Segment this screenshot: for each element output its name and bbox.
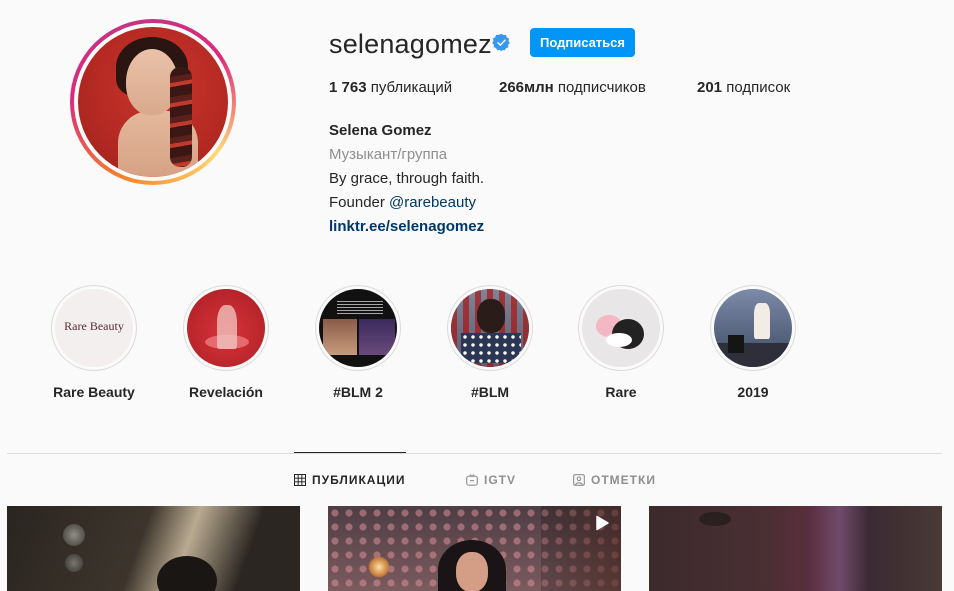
highlight-label: Revelación bbox=[189, 384, 263, 400]
active-tab-indicator bbox=[294, 452, 406, 453]
highlight-floor bbox=[714, 343, 792, 367]
tab-igtv-label: IGTV bbox=[484, 473, 517, 487]
post-lamp bbox=[65, 554, 83, 572]
posts-label: публикаций bbox=[370, 79, 453, 96]
highlight-rare[interactable]: Rare bbox=[576, 285, 666, 400]
highlight-cover bbox=[183, 285, 269, 371]
highlight-figure bbox=[217, 305, 237, 349]
tab-igtv[interactable]: IGTV bbox=[466, 472, 516, 488]
rarebeauty-mention-link[interactable]: @rarebeauty bbox=[389, 194, 476, 211]
follow-button[interactable]: Подписаться bbox=[530, 28, 635, 57]
profile-avatar[interactable] bbox=[70, 19, 236, 185]
bio-founder-line: Founder @rarebeauty bbox=[329, 191, 484, 215]
highlight-cover bbox=[447, 285, 533, 371]
followers-count[interactable]: 266млн подписчиков bbox=[499, 79, 646, 96]
tagged-icon bbox=[573, 474, 585, 486]
followers-value: 266млн bbox=[499, 79, 554, 96]
category-label: Музыкант/группа bbox=[329, 146, 448, 163]
highlight-rare-beauty[interactable]: Rare Beauty Rare Beauty bbox=[49, 285, 139, 400]
tab-tagged[interactable]: ОТМЕТКИ bbox=[573, 472, 656, 488]
highlight-blm-2[interactable]: #BLM 2 bbox=[313, 285, 403, 400]
full-name: Selena Gomez bbox=[329, 122, 432, 139]
post-light-beam bbox=[809, 506, 869, 591]
highlight-label: 2019 bbox=[737, 384, 769, 400]
highlight-label: #BLM bbox=[470, 384, 510, 400]
highlight-cover: Rare Beauty bbox=[51, 285, 137, 371]
highlight-shape bbox=[606, 333, 632, 347]
post-thumbnail[interactable] bbox=[649, 506, 942, 591]
grid-icon bbox=[294, 474, 306, 486]
bio-external-link[interactable]: linktr.ee/selenagomez bbox=[329, 215, 484, 239]
profile-bio: Selena Gomez Музыкант/группа By grace, t… bbox=[329, 119, 484, 239]
post-lamp bbox=[63, 524, 85, 546]
posts-count: 1 763 публикаций bbox=[329, 79, 452, 96]
highlight-cover bbox=[710, 285, 796, 371]
tabs-divider bbox=[7, 453, 942, 454]
following-value: 201 bbox=[697, 79, 723, 96]
highlight-portrait bbox=[477, 299, 505, 333]
highlight-label: Rare Beauty bbox=[53, 384, 135, 400]
following-label: подписок bbox=[726, 79, 791, 96]
highlight-revelacion[interactable]: Revelación bbox=[181, 285, 271, 400]
followers-label: подписчиков bbox=[557, 79, 646, 96]
rare-beauty-logo: Rare Beauty bbox=[64, 319, 124, 333]
highlight-cover bbox=[578, 285, 664, 371]
highlight-figure bbox=[754, 303, 770, 339]
video-play-icon bbox=[596, 515, 609, 531]
highlight-image: Rare Beauty bbox=[55, 289, 133, 367]
highlight-cover bbox=[315, 285, 401, 371]
igtv-icon bbox=[466, 474, 478, 486]
flag-stars bbox=[461, 333, 521, 363]
highlight-label: Rare bbox=[605, 384, 637, 400]
highlight-image bbox=[582, 289, 660, 367]
avatar-border bbox=[74, 23, 232, 181]
highlight-blm[interactable]: #BLM bbox=[445, 285, 535, 400]
verified-badge-icon bbox=[492, 33, 510, 52]
post-subject bbox=[157, 556, 217, 591]
highlight-2019[interactable]: 2019 bbox=[708, 285, 798, 400]
posts-value: 1 763 bbox=[329, 79, 367, 96]
post-ceiling-fixture bbox=[699, 512, 731, 526]
bio-line: By grace, through faith. bbox=[329, 170, 485, 187]
founder-prefix: Founder bbox=[329, 194, 390, 211]
tab-posts[interactable]: ПУБЛИКАЦИИ bbox=[294, 472, 405, 488]
highlight-chair bbox=[728, 335, 744, 353]
avatar-braid bbox=[170, 67, 192, 167]
profile-username: selenagomez bbox=[329, 29, 492, 59]
highlight-image bbox=[319, 289, 397, 367]
post-thumbnail[interactable] bbox=[328, 506, 621, 591]
highlight-photo bbox=[359, 319, 395, 355]
highlight-image bbox=[451, 289, 529, 367]
highlight-label: #BLM 2 bbox=[333, 384, 383, 400]
following-count[interactable]: 201 подписок bbox=[697, 79, 790, 96]
tab-posts-label: ПУБЛИКАЦИИ bbox=[312, 473, 406, 487]
avatar-image bbox=[78, 27, 228, 177]
post-thumbnail[interactable] bbox=[7, 506, 300, 591]
tab-tagged-label: ОТМЕТКИ bbox=[591, 473, 656, 487]
highlight-text-block bbox=[337, 301, 383, 315]
post-subject-face bbox=[456, 552, 488, 591]
post-lamp bbox=[368, 556, 390, 578]
highlight-image bbox=[187, 289, 265, 367]
highlight-image bbox=[714, 289, 792, 367]
highlight-photo bbox=[323, 319, 357, 355]
